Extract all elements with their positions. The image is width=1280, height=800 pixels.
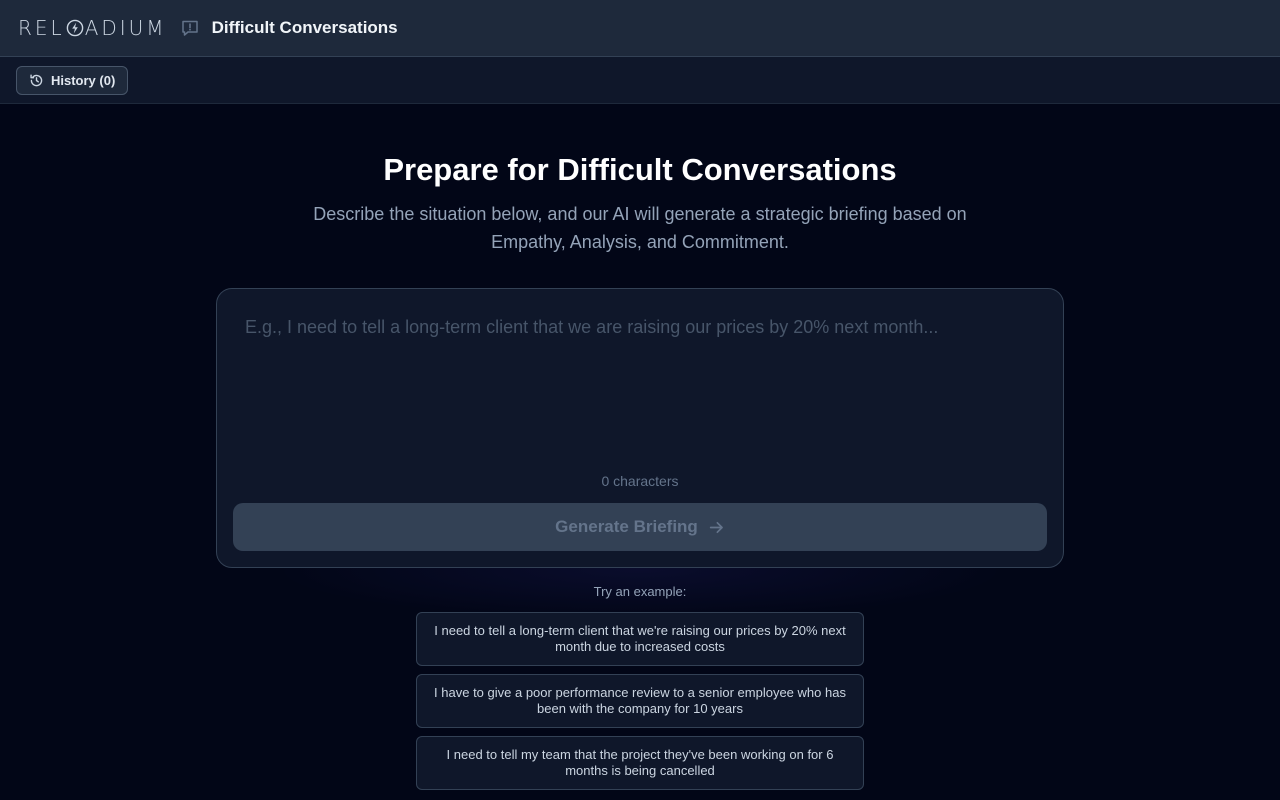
situation-input[interactable] bbox=[229, 301, 1051, 466]
bolt-logo-icon bbox=[66, 19, 84, 37]
example-button[interactable]: I have to give a poor performance review… bbox=[416, 674, 864, 728]
generate-label: Generate Briefing bbox=[555, 517, 698, 536]
examples-list: I need to tell a long-term client that w… bbox=[416, 612, 864, 798]
history-label: History (0) bbox=[51, 72, 116, 88]
examples-label: Try an example: bbox=[593, 584, 687, 599]
chat-alert-icon bbox=[180, 18, 200, 38]
character-count: 0 characters bbox=[601, 473, 679, 489]
brand-text-end: ADIUM bbox=[84, 16, 167, 40]
app-title: Difficult Conversations bbox=[211, 18, 398, 37]
generate-briefing-button[interactable]: Generate Briefing bbox=[233, 503, 1047, 551]
arrow-right-icon bbox=[708, 519, 725, 536]
toolbar: History (0) bbox=[0, 57, 1280, 104]
brand-text-start: REL bbox=[18, 16, 65, 40]
history-clock-icon bbox=[29, 73, 44, 88]
page-title: Prepare for Difficult Conversations bbox=[383, 152, 897, 187]
top-bar: REL ADIUM Difficult Conversations bbox=[0, 0, 1280, 57]
brand-logo[interactable]: REL ADIUM bbox=[18, 16, 167, 40]
page-description: Describe the situation below, and our AI… bbox=[313, 204, 967, 252]
history-button[interactable]: History (0) bbox=[16, 65, 129, 95]
example-button[interactable]: I need to tell my team that the project … bbox=[416, 736, 864, 790]
input-card: 0 characters Generate Briefing bbox=[216, 288, 1064, 568]
example-button[interactable]: I need to tell a long-term client that w… bbox=[416, 612, 864, 666]
